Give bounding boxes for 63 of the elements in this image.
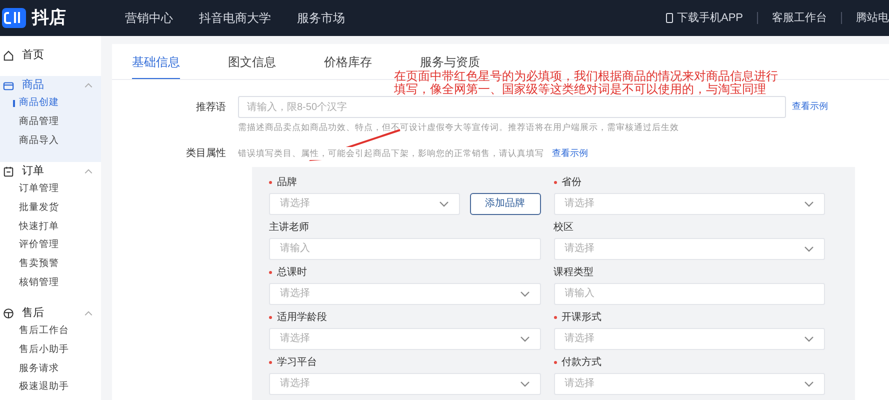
text-input[interactable]: 请输入	[269, 238, 540, 260]
clipboard-icon	[3, 166, 14, 177]
header-link[interactable]: 下载手机APP	[666, 10, 743, 26]
field-label: 付款方式	[562, 356, 602, 370]
tab[interactable]: 价格库存	[324, 54, 372, 70]
example-link[interactable]: 查看示例	[552, 146, 588, 160]
bag-icon	[3, 80, 14, 90]
sidebar-item[interactable]: 商品管理	[19, 114, 59, 130]
tab[interactable]: 服务与资质	[420, 54, 480, 70]
field-label: 主讲老师	[269, 220, 309, 235]
field-label: 学习平台	[277, 356, 317, 370]
sidebar-item[interactable]: 服务请求	[19, 362, 59, 376]
field-label: 类目属性	[185, 146, 227, 161]
hint-text: 错误填写类目、属性，可能会引起商品下架，影响您的正常销售，请认真填写	[238, 146, 544, 160]
sidebar-section[interactable]: 订单	[22, 162, 44, 180]
sidebar-item[interactable]: 评价管理	[19, 238, 59, 253]
field-label: 课程类型	[554, 266, 594, 280]
field-label: 推荐语	[195, 100, 227, 114]
sidebar-item[interactable]: 售后工作台	[19, 324, 69, 339]
sidebar-item[interactable]: 快速打单	[19, 220, 59, 234]
sidebar-item[interactable]: 核销管理	[19, 276, 59, 290]
add-brand-button[interactable]: 添加品牌	[470, 192, 540, 215]
field-label: 校区	[554, 220, 574, 235]
text-input[interactable]: 请输入，限8-50个汉字	[238, 96, 786, 118]
home-icon	[3, 50, 14, 60]
field-label: 总课时	[277, 266, 307, 280]
hint-text: 需描述商品卖点如商品功效、特点，但不可设计虚假夸大等宣传词。推荐语将在用户端展示，需审核通过后生效	[237, 121, 680, 134]
logo-text: 抖店	[32, 7, 66, 30]
field-label: 省份	[562, 176, 582, 190]
chevron-down-icon	[804, 246, 814, 252]
field-label: 适用学龄段	[277, 310, 327, 325]
chevron-down-icon	[804, 200, 814, 207]
sidebar-section[interactable]: 售后	[22, 304, 44, 322]
package-icon	[3, 308, 14, 319]
chevron-down-icon	[520, 290, 530, 297]
field-label: 开课形式	[562, 310, 602, 325]
sidebar-section[interactable]: 商品	[22, 76, 44, 94]
chevron-down-icon	[804, 336, 814, 342]
field-label: 品牌	[277, 176, 297, 190]
sidebar-item[interactable]: 商品创建	[19, 96, 59, 110]
sidebar-item[interactable]: 极速退助手	[19, 380, 69, 395]
tab[interactable]: 基础信息	[132, 54, 180, 70]
chevron-down-icon	[520, 336, 530, 342]
chevron-down-icon	[804, 380, 814, 387]
nav-link[interactable]: 服务市场	[297, 9, 345, 27]
logo-icon	[2, 8, 26, 28]
sidebar-item[interactable]: 批量发货	[19, 200, 59, 216]
sidebar-item[interactable]: 售后小助手	[19, 343, 69, 358]
annotation-text: 在页面中带红色星号的为必填项，我们根据商品的情况来对商品信息进行填写，像全网第一、国家级等这类绝对词是不可以使用的，与淘宝同理	[394, 70, 779, 96]
sidebar-item[interactable]: 订单管理	[19, 182, 59, 197]
header-link[interactable]: 腾站电	[856, 10, 889, 26]
chevron-down-icon	[438, 200, 448, 207]
example-link[interactable]: 查看示例	[792, 100, 828, 114]
nav-link[interactable]: 抖音电商大学	[199, 9, 271, 27]
tab[interactable]: 图文信息	[228, 54, 276, 70]
text-input[interactable]: 请输入	[554, 282, 825, 305]
sidebar-item[interactable]: 售卖预警	[19, 257, 59, 272]
chevron-down-icon	[520, 380, 530, 387]
sidebar-item[interactable]: 商品导入	[19, 134, 59, 148]
sidebar-section[interactable]: 首页	[22, 46, 44, 64]
header-link[interactable]: 客服工作台	[772, 10, 827, 26]
nav-link[interactable]: 营销中心	[125, 9, 173, 27]
phone-icon	[666, 13, 673, 23]
